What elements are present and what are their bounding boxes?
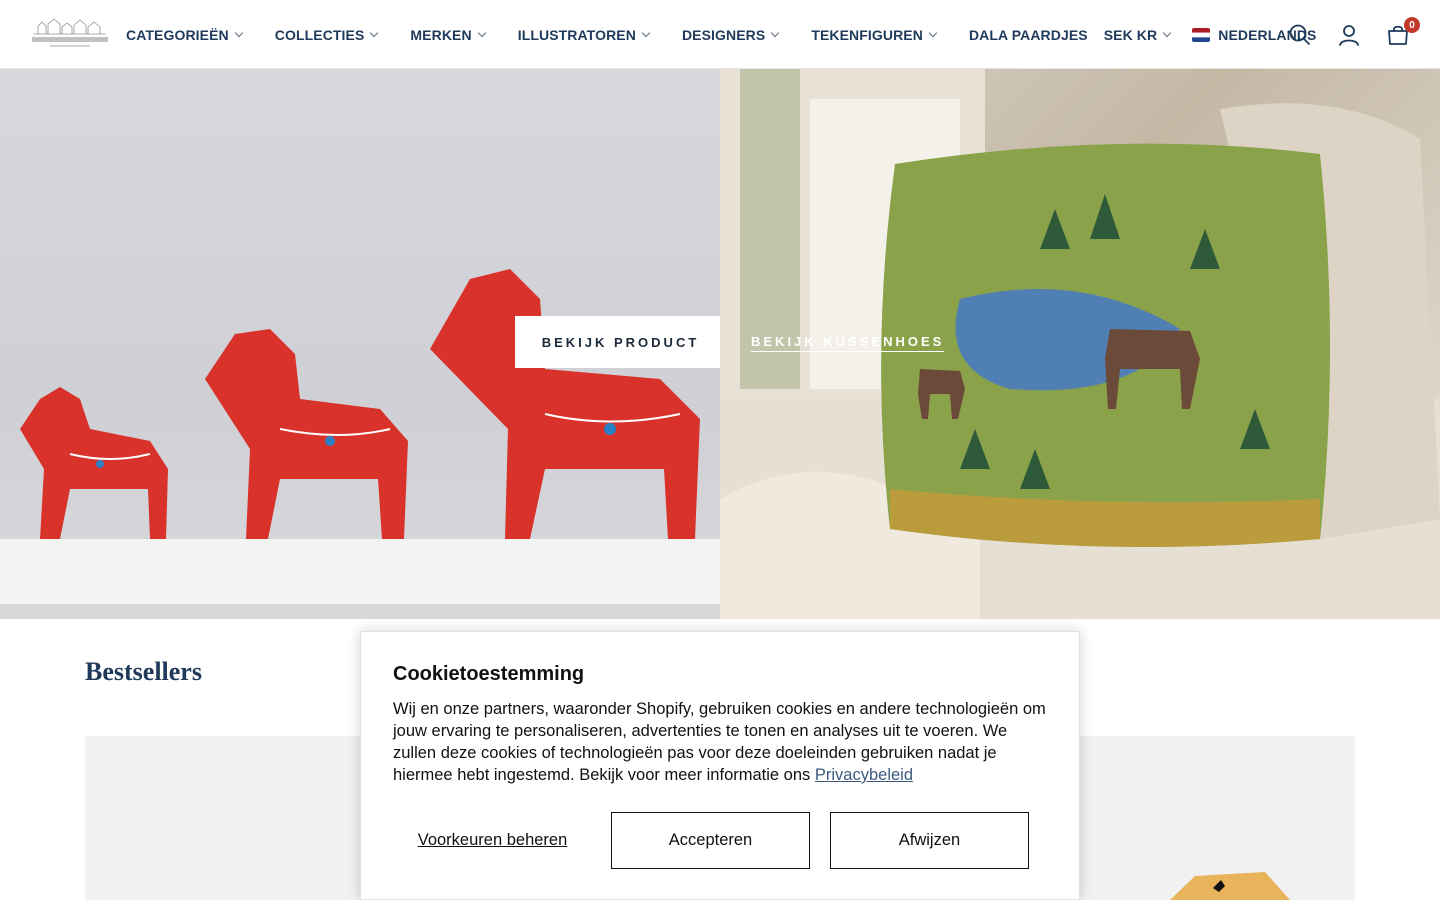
nav-merken[interactable]: MERKEN: [410, 26, 486, 43]
nav-dala-paardjes[interactable]: DALA PAARDJES: [969, 27, 1088, 43]
hero-dala-horses-image: BEKIJK PRODUCT: [0, 69, 720, 619]
hero-banner: BEKIJK PRODUCT BEKIJK KUSSENHOES: [0, 69, 1440, 619]
view-product-button[interactable]: BEKIJK PRODUCT: [515, 316, 720, 368]
nav-label: CATEGORIEËN: [126, 26, 229, 43]
account-icon[interactable]: [1336, 22, 1362, 48]
nav-label: DESIGNERS: [681, 26, 766, 43]
site-header: CATEGORIEËN COLLECTIES MERKEN ILLUSTRATO…: [0, 0, 1440, 69]
currency-label: SEK KR: [1103, 26, 1158, 43]
product-card-image[interactable]: [1075, 736, 1355, 900]
chevron-down-icon: [234, 28, 243, 37]
chevron-down-icon: [928, 28, 938, 37]
nav-label: ILLUSTRATOREN: [517, 26, 636, 43]
chevron-down-icon: [641, 28, 651, 37]
bestsellers-title: Bestsellers: [85, 657, 202, 686]
nav-label: TEKENFIGUREN: [811, 26, 923, 43]
nav-illustratoren[interactable]: ILLUSTRATOREN: [517, 26, 651, 43]
nav-label: MERKEN: [410, 26, 472, 43]
privacy-policy-link[interactable]: Privacybeleid: [815, 766, 913, 784]
view-cushion-link[interactable]: BEKIJK KUSSENHOES: [751, 334, 945, 352]
nav-categorieen[interactable]: CATEGORIEËN: [126, 26, 243, 43]
main-nav: CATEGORIEËN COLLECTIES MERKEN ILLUSTRATO…: [126, 0, 1316, 69]
netherlands-flag-icon: [1192, 27, 1211, 42]
site-logo[interactable]: [30, 16, 110, 52]
cookie-title: Cookietoestemming: [393, 663, 585, 685]
nav-collecties[interactable]: COLLECTIES: [274, 26, 379, 43]
hero-cushion-image: BEKIJK KUSSENHOES: [720, 69, 1440, 619]
currency-selector[interactable]: SEK KR: [1103, 26, 1172, 43]
nav-label: COLLECTIES: [274, 26, 365, 43]
manage-preferences-button[interactable]: Voorkeuren beheren: [393, 812, 592, 869]
search-icon[interactable]: [1287, 22, 1313, 48]
chevron-down-icon: [370, 28, 379, 37]
cart-count-badge: 0: [1404, 17, 1420, 33]
nav-tekenfiguren[interactable]: TEKENFIGUREN: [811, 26, 938, 43]
cookie-consent-banner: Cookietoestemming Wij en onze partners, …: [360, 631, 1080, 900]
nav-designers[interactable]: DESIGNERS: [681, 26, 780, 43]
accept-cookies-button[interactable]: Accepteren: [611, 812, 810, 869]
cookie-body: Wij en onze partners, waaronder Shopify,…: [393, 700, 1046, 784]
cart-icon[interactable]: 0: [1385, 17, 1420, 48]
chevron-down-icon: [477, 28, 486, 37]
chevron-down-icon: [771, 28, 780, 37]
chevron-down-icon: [1162, 28, 1172, 37]
nav-label: DALA PAARDJES: [968, 26, 1088, 43]
product-card-image[interactable]: [85, 736, 365, 900]
decline-cookies-button[interactable]: Afwijzen: [830, 812, 1029, 869]
cookie-text: Wij en onze partners, waaronder Shopify,…: [393, 698, 1053, 786]
